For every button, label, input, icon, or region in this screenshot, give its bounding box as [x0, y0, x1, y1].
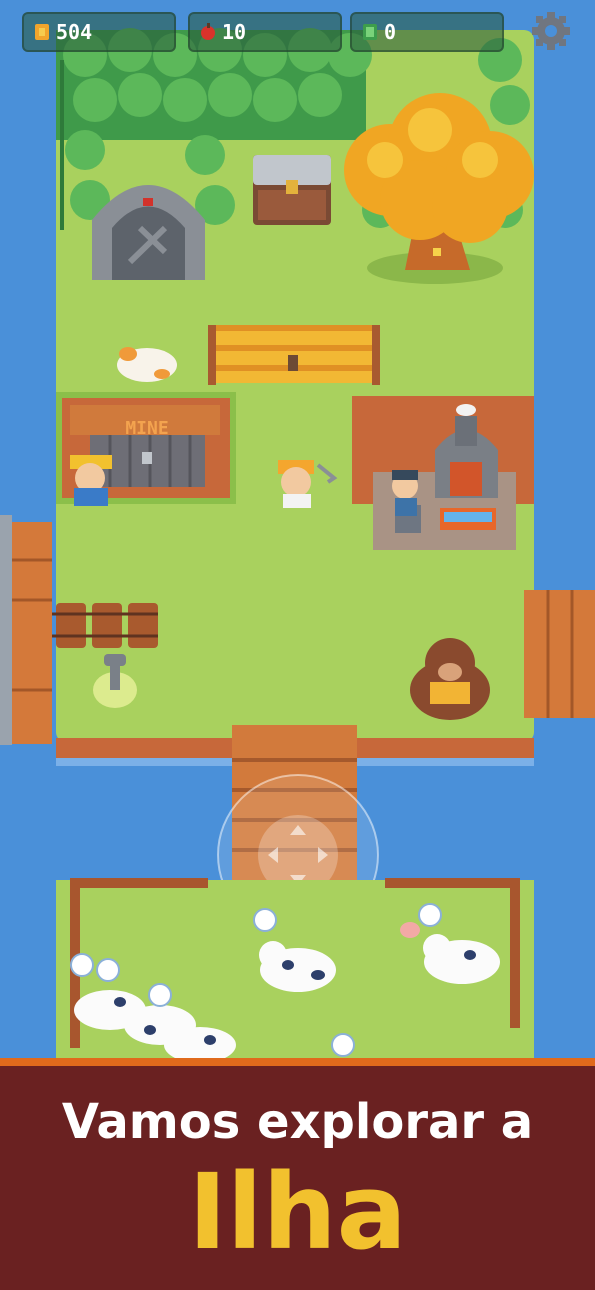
gold-counter[interactable]: 504 [22, 12, 176, 52]
blacksmith-npc[interactable] [392, 470, 418, 516]
gear-icon [532, 12, 570, 50]
settings-button[interactable] [528, 10, 574, 52]
gem-counter[interactable]: 0 [350, 12, 504, 52]
promo-banner: Vamos explorar a Ilha [0, 1058, 595, 1290]
mine-sign: MINE [125, 418, 168, 439]
green-gem-icon [363, 24, 377, 40]
gold-count: 504 [56, 20, 93, 44]
gem-count: 0 [384, 20, 397, 44]
apple-icon [201, 23, 215, 40]
banner-subtitle: Vamos explorar a [61, 1094, 534, 1150]
apple-counter[interactable]: 10 [188, 12, 342, 52]
forge-building[interactable] [352, 396, 534, 550]
gold-coin-icon [35, 24, 49, 40]
wheat-field[interactable] [208, 325, 380, 385]
right-dock[interactable] [524, 590, 595, 718]
apple-count: 10 [222, 20, 247, 44]
game-world: MINE [0, 0, 595, 1070]
left-dock[interactable] [0, 515, 52, 745]
banner-title: Ilha [188, 1151, 407, 1273]
treasure-chest[interactable] [253, 155, 331, 225]
